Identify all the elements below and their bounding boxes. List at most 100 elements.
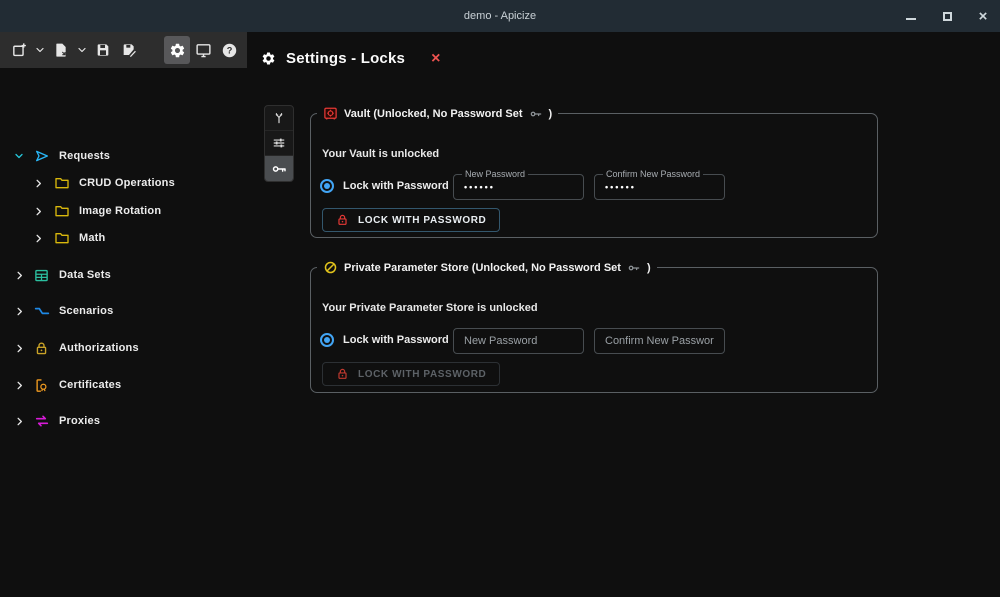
private-store-panel-title-suffix: )	[647, 262, 651, 274]
radio-selected-icon	[320, 333, 334, 347]
sidebar-item-scenarios[interactable]: Scenarios	[11, 301, 113, 321]
window-controls: ×	[904, 0, 990, 32]
sidebar-item-label: Scenarios	[59, 305, 113, 317]
sidebar-item-label: Proxies	[59, 415, 100, 427]
main-pane: Settings - Locks × Vault (Unlocked, No P…	[247, 32, 1000, 597]
chevron-right-icon[interactable]	[30, 230, 46, 246]
window-title: demo - Apicize	[464, 10, 536, 22]
folder-icon	[53, 230, 70, 247]
close-window-button[interactable]: ×	[976, 9, 990, 23]
sidebar-item-label: Certificates	[59, 379, 121, 391]
save-as-icon	[121, 42, 137, 58]
save-workbook-as-button[interactable]	[116, 36, 142, 64]
vault-lock-with-password-radio[interactable]: Lock with Password	[320, 179, 449, 193]
chevron-right-icon[interactable]	[11, 340, 27, 356]
private-store-panel: Private Parameter Store (Unlocked, No Pa…	[310, 260, 878, 393]
field-label: Confirm New Password	[603, 168, 703, 180]
certificate-icon	[33, 377, 50, 394]
maximize-button[interactable]	[940, 9, 954, 23]
sidebar-item-authorizations[interactable]: Authorizations	[11, 338, 139, 358]
vault-panel-title-suffix: )	[549, 108, 553, 120]
sidebar-item-math[interactable]: Math	[30, 228, 105, 248]
vault-confirm-password-field: Confirm New Password	[594, 174, 725, 200]
main-toolbar: ?	[0, 32, 247, 68]
help-button[interactable]: ?	[216, 36, 242, 64]
chevron-down-icon[interactable]	[11, 148, 27, 164]
private-store-new-password-input[interactable]	[454, 329, 583, 353]
key-icon	[529, 107, 543, 121]
button-label: LOCK WITH PASSWORD	[358, 369, 486, 380]
sidebar-item-label: Requests	[59, 150, 110, 162]
scenario-icon	[33, 303, 50, 320]
settings-section-parameters-button[interactable]	[265, 131, 293, 156]
maximize-icon	[943, 12, 952, 21]
settings-section-locks-button[interactable]	[265, 156, 293, 181]
alt-route-icon	[272, 111, 286, 125]
private-store-status-text: Your Private Parameter Store is unlocked	[322, 302, 538, 314]
sidebar-item-label: Data Sets	[59, 269, 111, 281]
private-store-new-password-field	[453, 328, 584, 354]
new-workbook-button[interactable]	[6, 36, 32, 64]
save-workbook-button[interactable]	[90, 36, 116, 64]
display-settings-button[interactable]	[190, 36, 216, 64]
settings-section-routing-button[interactable]	[265, 106, 293, 131]
chevron-right-icon[interactable]	[11, 303, 27, 319]
help-icon: ?	[221, 42, 238, 59]
monitor-icon	[195, 42, 212, 59]
vault-panel-title: Vault (Unlocked, No Password Set	[344, 108, 523, 120]
private-icon	[323, 260, 338, 275]
chevron-right-icon[interactable]	[30, 175, 46, 191]
dropdown-caret-icon	[76, 44, 88, 56]
minimize-button[interactable]	[904, 9, 918, 23]
private-store-lock-with-password-button[interactable]: LOCK WITH PASSWORD	[322, 362, 500, 386]
app-window: demo - Apicize ×	[0, 0, 1000, 597]
close-settings-button[interactable]: ×	[431, 51, 440, 67]
settings-icon	[169, 42, 186, 59]
proxy-icon	[33, 413, 50, 430]
sidebar-item-image-rotation[interactable]: Image Rotation	[30, 201, 161, 221]
chevron-right-icon[interactable]	[11, 413, 27, 429]
private-store-confirm-password-input[interactable]	[595, 329, 724, 353]
vault-icon	[323, 106, 338, 121]
page-title: Settings - Locks	[286, 50, 405, 67]
private-store-panel-legend: Private Parameter Store (Unlocked, No Pa…	[317, 260, 657, 275]
run-request-icon	[33, 148, 50, 165]
chevron-right-icon[interactable]	[11, 267, 27, 283]
auth-lock-icon	[33, 340, 50, 357]
folder-icon	[53, 203, 70, 220]
chevron-right-icon[interactable]	[30, 203, 46, 219]
open-workbook-button[interactable]	[48, 36, 74, 64]
lock-icon	[336, 367, 349, 381]
vault-new-password-field: New Password	[453, 174, 584, 200]
tune-icon	[272, 136, 286, 150]
lock-icon	[336, 213, 349, 227]
sidebar-item-data-sets[interactable]: Data Sets	[11, 265, 111, 285]
key-icon	[627, 261, 641, 275]
vault-panel: Vault (Unlocked, No Password Set ) Your …	[310, 106, 878, 238]
new-request-icon	[11, 42, 28, 59]
radio-label: Lock with Password	[343, 334, 449, 346]
new-dropdown-button[interactable]	[32, 36, 48, 64]
sidebar-item-label: Authorizations	[59, 342, 139, 354]
button-label: LOCK WITH PASSWORD	[358, 215, 486, 226]
folder-icon	[53, 175, 70, 192]
table-icon	[33, 267, 50, 284]
private-store-confirm-password-field	[594, 328, 725, 354]
vault-lock-with-password-button[interactable]: LOCK WITH PASSWORD	[322, 208, 500, 232]
sidebar-item-label: CRUD Operations	[79, 177, 175, 189]
chevron-right-icon[interactable]	[11, 377, 27, 393]
sidebar-item-requests[interactable]: Requests	[11, 146, 110, 166]
sidebar-item-label: Math	[79, 232, 105, 244]
settings-button[interactable]	[164, 36, 190, 64]
sidebar-item-crud-operations[interactable]: CRUD Operations	[30, 173, 175, 193]
open-dropdown-button[interactable]	[74, 36, 90, 64]
settings-icon	[261, 51, 276, 66]
vault-panel-legend: Vault (Unlocked, No Password Set )	[317, 106, 558, 121]
sidebar-item-proxies[interactable]: Proxies	[11, 411, 100, 431]
field-label: New Password	[462, 168, 528, 180]
save-icon	[95, 42, 111, 58]
sidebar-item-certificates[interactable]: Certificates	[11, 375, 121, 395]
sidebar-item-label: Image Rotation	[79, 205, 161, 217]
private-store-lock-with-password-radio[interactable]: Lock with Password	[320, 333, 449, 347]
dropdown-caret-icon	[34, 44, 46, 56]
